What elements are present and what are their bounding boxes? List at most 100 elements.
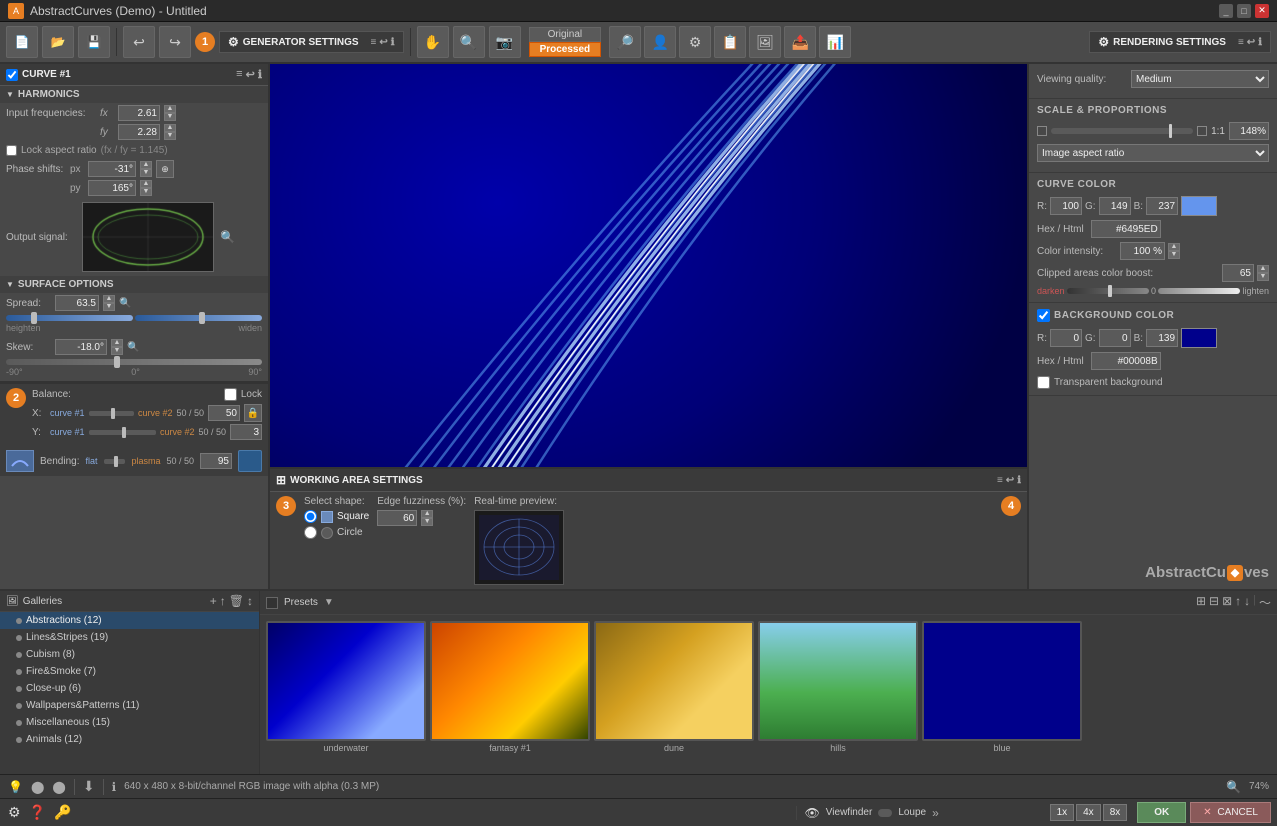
canvas-area[interactable] xyxy=(270,64,1027,467)
curve1-skew-up[interactable]: ▲ xyxy=(111,339,123,347)
wa-menu-icon[interactable]: ≡ xyxy=(997,475,1003,486)
settings-icon[interactable]: ⚙ xyxy=(8,804,21,821)
preset-thumb-item[interactable]: hills xyxy=(758,621,918,768)
curve1-py-up[interactable]: ▲ xyxy=(140,180,152,188)
curve1-spread-down[interactable]: ▼ xyxy=(103,303,115,311)
curve1-phase-icon[interactable]: ⊕ xyxy=(156,160,174,178)
curve1-checkbox[interactable] xyxy=(6,69,18,81)
shape-square-radio[interactable] xyxy=(304,510,317,523)
badge-2[interactable]: 2 xyxy=(6,388,26,408)
badge-4[interactable]: 4 xyxy=(1001,496,1021,516)
clipped-down[interactable]: ▼ xyxy=(1257,273,1269,281)
curve1-fy-up[interactable]: ▲ xyxy=(164,124,176,132)
view-processed-btn[interactable]: Processed xyxy=(529,42,602,57)
undo-btn[interactable]: ↩ xyxy=(123,26,155,58)
camera-tool[interactable]: 📷 xyxy=(489,26,521,58)
rend-menu-icon[interactable]: ≡ xyxy=(1238,37,1244,48)
curve1-skew-down[interactable]: ▼ xyxy=(111,347,123,355)
blend-y-input[interactable] xyxy=(230,424,262,440)
scale-pct-input[interactable] xyxy=(1229,122,1269,140)
blend-x-input[interactable] xyxy=(208,405,240,421)
curve1-undo-icon[interactable]: ↩ xyxy=(246,68,255,81)
edge-up[interactable]: ▲ xyxy=(421,510,433,518)
curve1-px-down[interactable]: ▼ xyxy=(140,169,152,177)
viewing-quality-select[interactable]: Medium Low High xyxy=(1131,70,1269,88)
curve1-harmonics-header[interactable]: HARMONICS xyxy=(0,86,268,103)
gallery-list-item[interactable]: Cubism (8) xyxy=(0,646,259,663)
gallery-list-item[interactable]: Wallpapers&Patterns (11) xyxy=(0,697,259,714)
presets-icon5[interactable]: ↓ xyxy=(1244,594,1250,611)
ci-up[interactable]: ▲ xyxy=(1168,243,1180,251)
edge-down[interactable]: ▼ xyxy=(421,518,433,526)
curve-g-input[interactable] xyxy=(1099,197,1131,215)
curve1-magnify-btn[interactable]: 🔍 xyxy=(220,230,235,244)
gen-undo-icon[interactable]: ↩ xyxy=(379,37,387,48)
blend-lock-checkbox[interactable] xyxy=(224,388,237,401)
ci-down[interactable]: ▼ xyxy=(1168,251,1180,259)
curve1-py-input[interactable] xyxy=(88,180,136,196)
curve1-skew-mag[interactable]: 🔍 xyxy=(127,342,139,353)
color-intensity-input[interactable] xyxy=(1120,242,1165,260)
curve-color-swatch[interactable] xyxy=(1181,196,1217,216)
curve1-fx-up[interactable]: ▲ xyxy=(164,105,176,113)
curve1-px-up[interactable]: ▲ xyxy=(140,161,152,169)
rend-info-icon[interactable]: ℹ xyxy=(1258,37,1262,48)
curve1-info-icon[interactable]: ℹ xyxy=(258,68,262,81)
tool2[interactable]: 👤 xyxy=(644,26,676,58)
curve1-lock-checkbox[interactable] xyxy=(6,145,17,156)
ok-button[interactable]: OK xyxy=(1137,802,1186,823)
gallery-list-item[interactable]: Miscellaneous (15) xyxy=(0,714,259,731)
curve1-skew-slider[interactable] xyxy=(6,359,262,365)
bg-hex-input[interactable] xyxy=(1091,352,1161,370)
curve-b-input[interactable] xyxy=(1146,197,1178,215)
curve1-fx-down[interactable]: ▼ xyxy=(164,113,176,121)
edge-input[interactable] xyxy=(377,510,417,526)
curve1-fy-input[interactable] xyxy=(118,124,160,140)
presets-icon1[interactable]: ⊞ xyxy=(1196,594,1206,611)
clipped-up[interactable]: ▲ xyxy=(1257,265,1269,273)
clipped-input[interactable] xyxy=(1222,264,1254,282)
help-icon[interactable]: ❓ xyxy=(29,804,46,821)
zoom-1x-btn[interactable]: 1x xyxy=(1050,804,1075,821)
presets-icon2[interactable]: ⊟ xyxy=(1209,594,1219,611)
curve1-heighten-slider[interactable] xyxy=(6,313,133,323)
curve-hex-input[interactable] xyxy=(1091,220,1161,238)
preset-thumb-item[interactable]: fantasy #1 xyxy=(430,621,590,768)
zoom-4x-btn[interactable]: 4x xyxy=(1076,804,1101,821)
cancel-button[interactable]: ✕ CANCEL xyxy=(1190,802,1271,823)
gallery-add-icon[interactable]: + xyxy=(210,594,217,608)
gallery-export-icon[interactable]: ↑ xyxy=(220,594,226,608)
curve1-spread-up[interactable]: ▲ xyxy=(103,295,115,303)
tool4[interactable]: 📋 xyxy=(714,26,746,58)
preset-thumb-item[interactable]: dune xyxy=(594,621,754,768)
preset-thumb-item[interactable]: underwater xyxy=(266,621,426,768)
gallery-list-item[interactable]: Lines&Stripes (19) xyxy=(0,629,259,646)
blend-x-slider[interactable] xyxy=(89,411,134,416)
curve1-py-down[interactable]: ▼ xyxy=(140,188,152,196)
tool7[interactable]: 📊 xyxy=(819,26,851,58)
bending-slider[interactable] xyxy=(104,459,126,464)
viewfinder-toggle[interactable] xyxy=(878,809,892,817)
double-arrow-icon[interactable]: » xyxy=(932,806,939,820)
clipped-slider-right[interactable] xyxy=(1158,288,1240,294)
bending-wave-icon[interactable] xyxy=(238,450,262,472)
curve-r-input[interactable] xyxy=(1050,197,1082,215)
view-original-btn[interactable]: Original xyxy=(529,27,602,42)
zoom-tool[interactable]: 🔍 xyxy=(453,26,485,58)
gallery-list-item[interactable]: Animals (12) xyxy=(0,731,259,748)
blend-y-slider[interactable] xyxy=(89,430,156,435)
wa-undo-icon[interactable]: ↩ xyxy=(1006,475,1014,486)
bg-color-swatch[interactable] xyxy=(1181,328,1217,348)
curve1-fy-down[interactable]: ▼ xyxy=(164,132,176,140)
redo-btn[interactable]: ↪ xyxy=(159,26,191,58)
shape-circle-radio[interactable] xyxy=(304,526,317,539)
bg-g-input[interactable] xyxy=(1099,329,1131,347)
presets-curve-icon[interactable]: 〜 xyxy=(1259,594,1271,611)
down-icon[interactable]: ⬇ xyxy=(83,778,95,795)
curve1-skew-input[interactable] xyxy=(55,339,107,355)
hand-tool[interactable]: ✋ xyxy=(417,26,449,58)
new-btn[interactable]: 📄 xyxy=(6,26,38,58)
curve1-fx-input[interactable] xyxy=(118,105,160,121)
badge-3[interactable]: 3 xyxy=(276,496,296,516)
tool3[interactable]: ⚙ xyxy=(679,26,711,58)
